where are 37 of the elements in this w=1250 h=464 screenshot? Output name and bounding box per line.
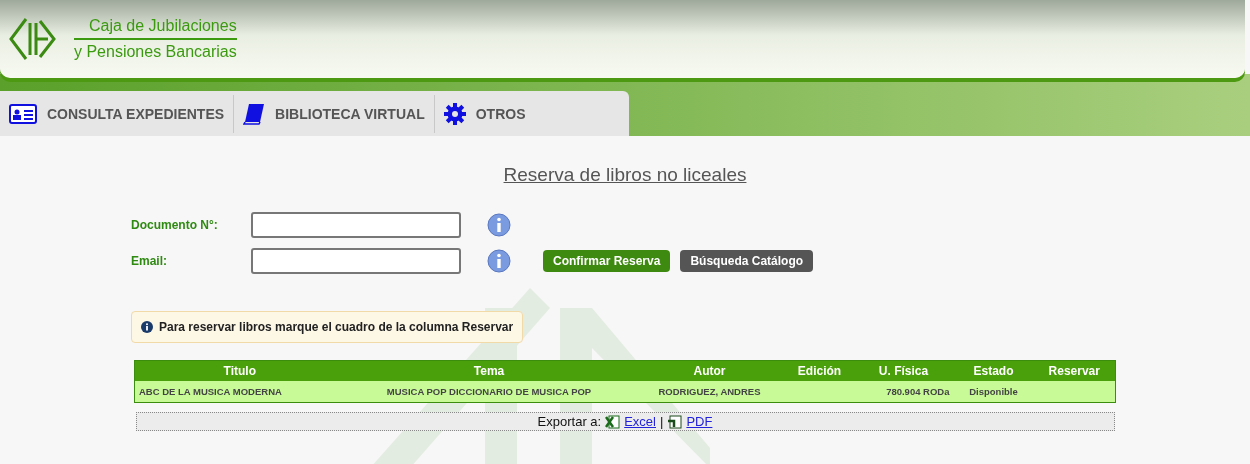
gear-icon [443,102,466,125]
page-title: Reserva de libros no liceales [503,164,747,186]
info-icon[interactable] [487,213,511,237]
book-icon [243,102,266,125]
nav-tab[interactable]: BIBLIOTECA VIRTUAL [234,94,435,133]
field-label: Documento N°: [131,218,219,232]
table-cell: RODRIGUEZ, ANDRES [633,381,786,403]
column-header: Estado [953,360,1034,381]
document-icon [667,414,683,429]
column-header: U. Física [853,360,954,381]
table-cell: MUSICA POP DICCIONARIO DE MUSICA POP [344,381,634,403]
column-header: Edición [785,360,854,381]
notice-text: Para reservar libros marque el cuadro de la columna Reservar [159,320,514,334]
org-name: Caja de Jubilaciones [74,17,237,40]
export-label: Exportar a: [537,414,602,429]
info-icon [141,321,153,333]
column-header: Autor [633,360,786,381]
catalog-button[interactable]: Búsqueda Catálogo [680,250,814,272]
field-label: Email: [131,254,168,268]
table-cell: 780.904 RODa [853,381,954,403]
id-card-icon [9,103,37,124]
input-field[interactable] [251,212,461,238]
column-header: Reservar [1033,360,1116,381]
info-icon[interactable] [487,249,511,273]
table-cell: Disponible [953,381,1034,403]
column-header: Tema [344,360,634,381]
table-cell: ABC DE LA MUSICA MODERNA [134,381,345,403]
separator-text: | [660,414,664,429]
nav-tab[interactable]: CONSULTA EXPEDIENTES [0,94,235,133]
export-link[interactable]: Excel [624,414,656,429]
input-field[interactable] [251,248,461,274]
spreadsheet-icon [605,414,621,429]
column-header: Titulo [134,360,345,381]
export-link[interactable]: PDF [686,414,713,429]
confirm-button[interactable]: Confirmar Reserva [543,250,671,272]
nav-tab[interactable]: OTROS [434,94,535,133]
org-name: y Pensiones Bancarias [74,43,237,61]
